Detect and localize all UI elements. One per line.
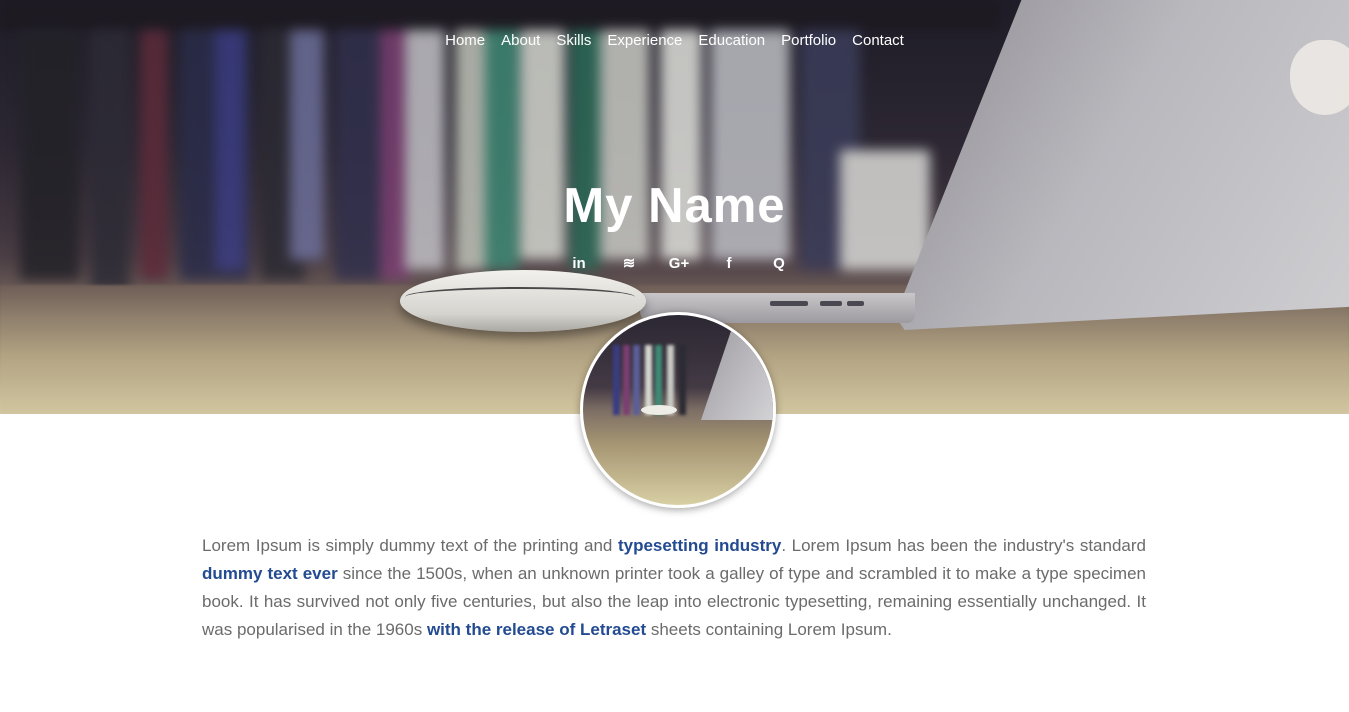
facebook-icon[interactable]: f [704, 252, 754, 274]
nav-contact[interactable]: Contact [844, 32, 912, 50]
nav-education[interactable]: Education [690, 32, 773, 50]
nav-skills[interactable]: Skills [548, 32, 599, 50]
quora-icon[interactable]: Q [754, 252, 804, 274]
linkedin-icon[interactable]: in [554, 252, 604, 274]
bio-text: sheets containing Lorem Ipsum. [646, 620, 892, 639]
google-plus-icon[interactable]: G+ [654, 252, 704, 274]
page-title: My Name [563, 179, 786, 233]
nav-home[interactable]: Home [437, 32, 493, 50]
avatar [580, 312, 776, 508]
stackoverflow-icon[interactable]: ≋ [604, 252, 654, 274]
bio-text: Lorem Ipsum is simply dummy text of the … [202, 536, 618, 555]
nav-about[interactable]: About [493, 32, 548, 50]
nav-experience[interactable]: Experience [599, 32, 690, 50]
nav-portfolio[interactable]: Portfolio [773, 32, 844, 50]
bio-highlight-typesetting: typesetting industry [617, 536, 782, 555]
bio-text: . Lorem Ipsum has been the industry's st… [781, 536, 1146, 555]
bio-paragraph: Lorem Ipsum is simply dummy text of the … [202, 532, 1146, 644]
main-nav: Home About Skills Experience Education P… [0, 32, 1349, 50]
social-links: in ≋ G+ f Q [554, 252, 804, 274]
bio-highlight-letraset: with the release of Letraset [426, 620, 647, 639]
bio-highlight-dummy-text: dummy text ever [202, 564, 338, 583]
